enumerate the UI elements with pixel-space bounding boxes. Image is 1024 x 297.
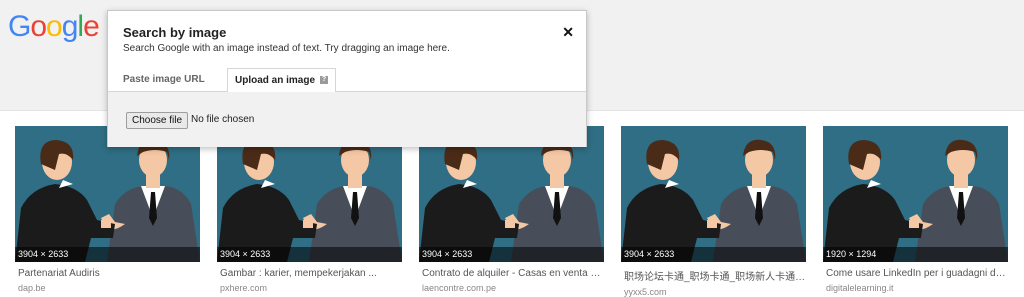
result-site[interactable]: digitalelearning.it	[823, 283, 1008, 293]
result-site[interactable]: dap.be	[15, 283, 200, 293]
result-card[interactable]: 1920 × 1294 Come usare LinkedIn per i gu…	[823, 126, 1008, 293]
google-logo[interactable]: Google	[8, 10, 100, 44]
tab-label: Upload an image	[235, 75, 316, 86]
logo-letter: o	[46, 10, 63, 43]
help-icon[interactable]: ?	[320, 76, 329, 85]
result-card[interactable]: 3904 × 2633 Contrato de alquiler - Casas…	[419, 126, 604, 293]
business-meeting-illustration	[823, 126, 1008, 262]
image-dimensions: 3904 × 2633	[15, 247, 200, 262]
result-card[interactable]: 3904 × 2633 职场论坛卡通_职场卡通_职场新人卡通_... yyxx5…	[621, 126, 806, 297]
result-card[interactable]: 3904 × 2633 Partenariat Audiris dap.be	[15, 126, 200, 293]
close-icon[interactable]: ✕	[562, 25, 574, 39]
image-dimensions: 3904 × 2633	[419, 247, 604, 262]
result-site[interactable]: yyxx5.com	[621, 287, 806, 297]
image-dimensions: 3904 × 2633	[621, 247, 806, 262]
business-meeting-illustration	[621, 126, 806, 262]
logo-letter: g	[61, 10, 79, 43]
result-title[interactable]: 职场论坛卡通_职场卡通_职场新人卡通_...	[621, 268, 806, 283]
logo-letter: e	[83, 10, 100, 43]
tab-label: Paste image URL	[123, 74, 205, 85]
result-title[interactable]: Gambar : karier, mempekerjakan ...	[217, 268, 402, 279]
result-title[interactable]: Contrato de alquiler - Casas en venta y …	[419, 268, 604, 279]
result-card[interactable]: 3904 × 2633 Gambar : karier, mempekerjak…	[217, 126, 402, 293]
dialog-subtitle: Search Google with an image instead of t…	[123, 43, 450, 54]
image-dimensions: 3904 × 2633	[217, 247, 402, 262]
choose-file-button[interactable]: Choose file	[126, 112, 189, 129]
result-site[interactable]: laencontre.com.pe	[419, 283, 604, 293]
result-title[interactable]: Partenariat Audiris	[15, 268, 200, 279]
result-thumbnail[interactable]: 1920 × 1294	[823, 126, 1008, 262]
result-site[interactable]: pxhere.com	[217, 283, 402, 293]
dialog-tabs: Paste image URL Upload an image?	[108, 68, 586, 93]
tab-upload-an-image[interactable]: Upload an image?	[227, 68, 337, 93]
file-status-text: No file chosen	[191, 114, 255, 125]
result-thumbnail[interactable]: 3904 × 2633	[621, 126, 806, 262]
logo-letter: G	[8, 10, 31, 43]
logo-letter: o	[30, 10, 47, 43]
dialog-title: Search by image	[123, 25, 227, 40]
search-by-image-dialog: Search by image Search Google with an im…	[107, 10, 587, 147]
upload-panel: Choose file No file chosen	[108, 92, 586, 147]
image-dimensions: 1920 × 1294	[823, 247, 1008, 262]
tab-paste-image-url[interactable]: Paste image URL	[116, 68, 212, 92]
result-title[interactable]: Come usare LinkedIn per i guadagni del .…	[823, 268, 1008, 279]
